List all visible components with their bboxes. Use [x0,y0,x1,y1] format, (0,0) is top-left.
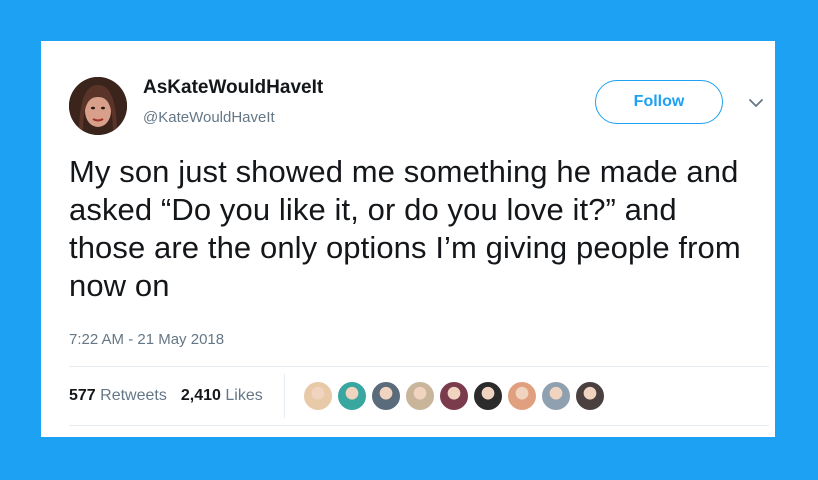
tweet-text: My son just showed me something he made … [69,154,741,303]
likes-stat[interactable]: 2,410 Likes [181,387,263,405]
liker-avatar[interactable] [541,381,571,411]
liker-avatar[interactable] [303,381,333,411]
likes-count: 2,410 [180,387,221,404]
divider [69,425,769,426]
retweets-count: 577 [69,387,96,404]
tweet-stats: 577 Retweets 2,410 Likes [69,387,263,405]
tweet-timestamp[interactable]: 7:22 AM - 21 May 2018 [69,331,224,348]
retweets-stat[interactable]: 577 Retweets [69,387,167,405]
liker-avatars [303,381,605,411]
stats-separator [284,374,285,418]
tweet-card: AsKateWouldHaveIt @KateWouldHaveIt Follo… [41,41,775,437]
liker-avatar[interactable] [473,381,503,411]
divider [69,366,769,367]
liker-avatar[interactable] [439,381,469,411]
liker-avatar[interactable] [337,381,367,411]
chevron-down-icon[interactable] [748,97,764,109]
profile-avatar[interactable] [69,77,127,135]
liker-avatar[interactable] [575,381,605,411]
user-handle[interactable]: @KateWouldHaveIt [143,109,275,126]
liker-avatar[interactable] [507,381,537,411]
follow-button[interactable]: Follow [595,80,723,124]
liker-avatar[interactable] [405,381,435,411]
display-name[interactable]: AsKateWouldHaveIt [143,77,323,99]
liker-avatar[interactable] [371,381,401,411]
retweets-label: Retweets [100,387,167,404]
avatar-image [69,77,127,135]
likes-label: Likes [225,387,263,404]
